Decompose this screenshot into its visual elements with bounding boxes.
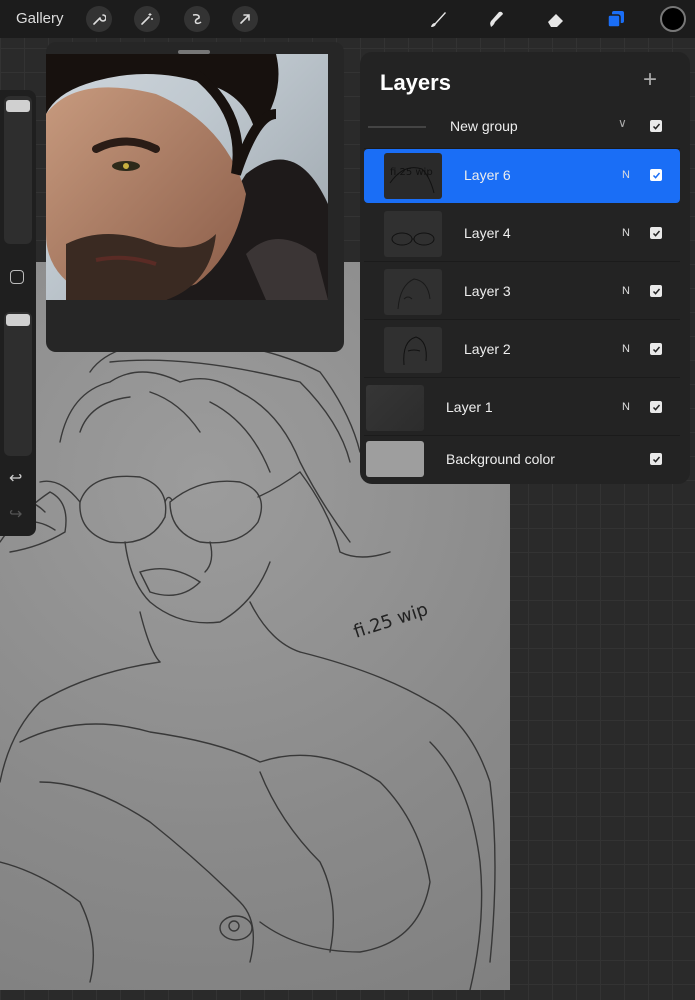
layer-visibility-checkbox[interactable] xyxy=(650,401,662,413)
transform-arrow-icon[interactable] xyxy=(232,6,258,32)
layer-row-6[interactable]: fi.25 wip Layer 6 N xyxy=(364,149,680,203)
brush-size-slider[interactable] xyxy=(4,96,32,244)
brush-size-handle[interactable] xyxy=(6,100,30,112)
opacity-handle[interactable] xyxy=(6,314,30,326)
layers-panel: Layers + New group ∨ fi.25 wip Layer 6 N… xyxy=(360,52,690,484)
layer-row-4[interactable]: Layer 4 N xyxy=(364,207,680,262)
layer-visibility-checkbox[interactable] xyxy=(650,343,662,355)
selection-icon[interactable] xyxy=(184,6,210,32)
layer-thumbnail: fi.25 wip xyxy=(384,153,442,199)
wrench-icon[interactable] xyxy=(86,6,112,32)
smudge-icon[interactable] xyxy=(482,5,510,33)
blend-mode-button[interactable]: N xyxy=(622,169,630,181)
background-color-row[interactable]: Background color xyxy=(364,437,680,483)
top-toolbar: Gallery xyxy=(0,0,695,38)
canvas-signature: fi.25 wip xyxy=(351,599,431,643)
layer-thumbnail xyxy=(366,385,424,431)
layer-thumbnail-text: fi.25 wip xyxy=(390,167,433,178)
group-name: New group xyxy=(450,118,518,134)
layer-name: Layer 3 xyxy=(464,283,511,299)
layer-thumbnail xyxy=(384,211,442,257)
modify-button[interactable] xyxy=(10,270,24,284)
background-color-swatch[interactable] xyxy=(366,441,424,477)
layers-icon[interactable] xyxy=(602,5,630,33)
group-visibility-checkbox[interactable] xyxy=(650,120,662,132)
layer-row-2[interactable]: Layer 2 N xyxy=(364,323,680,378)
blend-mode-button[interactable]: N xyxy=(622,401,630,413)
blend-mode-button[interactable]: N xyxy=(622,285,630,297)
layer-name: Layer 6 xyxy=(464,167,511,183)
blend-mode-button[interactable]: N xyxy=(622,227,630,239)
layer-group-row[interactable]: New group ∨ xyxy=(364,104,680,149)
chevron-down-icon[interactable]: ∨ xyxy=(618,116,627,130)
layer-row-3[interactable]: Layer 3 N xyxy=(364,265,680,320)
add-layer-button[interactable]: + xyxy=(643,66,657,94)
layer-name: Layer 4 xyxy=(464,225,511,241)
undo-icon[interactable]: ↩ xyxy=(9,468,22,488)
reference-image xyxy=(46,54,328,300)
layer-name: Layer 2 xyxy=(464,341,511,357)
redo-icon[interactable]: ↪ xyxy=(9,504,22,524)
left-sidebar: ↩ ↪ xyxy=(0,90,36,536)
reference-window[interactable] xyxy=(46,42,344,352)
layer-visibility-checkbox[interactable] xyxy=(650,285,662,297)
eraser-icon[interactable] xyxy=(542,5,570,33)
layer-visibility-checkbox[interactable] xyxy=(650,169,662,181)
magic-wand-icon[interactable] xyxy=(134,6,160,32)
background-visibility-checkbox[interactable] xyxy=(650,453,662,465)
layer-thumbnail xyxy=(384,269,442,315)
layer-name: Background color xyxy=(446,451,555,467)
opacity-slider[interactable] xyxy=(4,312,32,456)
gallery-button[interactable]: Gallery xyxy=(16,10,64,27)
blend-mode-button[interactable]: N xyxy=(622,343,630,355)
layers-panel-title: Layers xyxy=(380,70,451,95)
layer-row-1[interactable]: Layer 1 N xyxy=(364,381,680,436)
layer-name: Layer 1 xyxy=(446,399,493,415)
layer-visibility-checkbox[interactable] xyxy=(650,227,662,239)
brush-icon[interactable] xyxy=(424,5,452,33)
group-indicator xyxy=(368,126,426,128)
layer-thumbnail xyxy=(384,327,442,373)
color-picker-button[interactable] xyxy=(660,6,686,32)
